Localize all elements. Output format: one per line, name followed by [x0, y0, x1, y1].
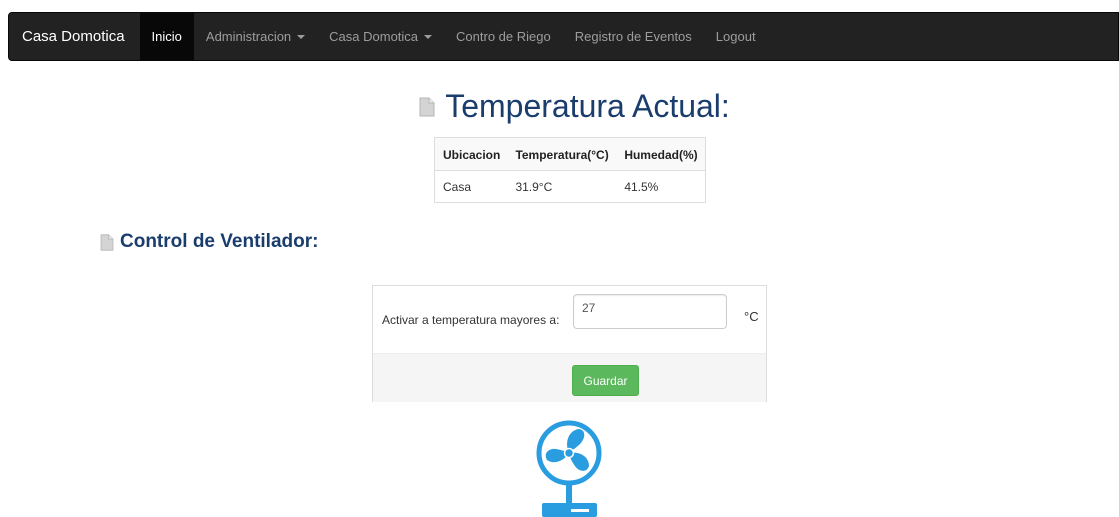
- nav-label: Inicio: [151, 29, 182, 44]
- nav-label: Casa Domotica: [329, 29, 419, 44]
- nav-label: Registro de Eventos: [574, 29, 692, 44]
- unit-label: °C: [744, 309, 759, 324]
- temperature-threshold-input[interactable]: [573, 294, 727, 329]
- table-cell: Casa: [434, 170, 508, 203]
- nav-label: Administracion: [205, 29, 292, 44]
- column-header: Temperatura(°C): [507, 137, 617, 171]
- title-text: Temperatura Actual:: [445, 88, 730, 124]
- table-cell: 31.9°C: [507, 170, 617, 203]
- top-navbar: Casa Domotica Inicio Administracion Casa…: [8, 12, 1119, 61]
- fan-icon: [534, 418, 604, 517]
- column-header: Humedad(%): [616, 137, 706, 171]
- navbar-brand[interactable]: Casa Domotica: [9, 13, 140, 60]
- nav-label: Contro de Riego: [456, 29, 551, 44]
- column-header: Ubicacion: [434, 137, 508, 171]
- nav-item-logout[interactable]: Logout: [704, 13, 768, 60]
- table-row: Casa 31.9°C 41.5%: [434, 170, 706, 203]
- fan-control-form: Activar a temperatura mayores a: °C Guar…: [372, 285, 767, 402]
- nav-item-registro-eventos[interactable]: Registro de Eventos: [563, 13, 704, 60]
- save-button[interactable]: Guardar: [572, 365, 639, 396]
- table-header-row: Ubicacion Temperatura(°C) Humedad(%): [434, 137, 706, 171]
- section-title-text: Control de Ventilador:: [120, 231, 319, 252]
- page-title: Temperatura Actual:: [0, 88, 1119, 125]
- nav-label: Logout: [715, 29, 756, 44]
- form-body: Activar a temperatura mayores a: °C: [373, 286, 766, 353]
- nav-item-inicio[interactable]: Inicio: [139, 13, 194, 60]
- document-icon: [100, 233, 114, 251]
- nav-item-control-riego[interactable]: Contro de Riego: [444, 13, 563, 60]
- table-cell: 41.5%: [616, 170, 706, 203]
- navbar-menu: Inicio Administracion Casa Domotica Cont…: [139, 13, 768, 60]
- caret-down-icon: [424, 34, 433, 39]
- temperature-table: Ubicacion Temperatura(°C) Humedad(%) Cas…: [434, 137, 706, 203]
- document-icon: [419, 97, 435, 117]
- nav-item-administracion[interactable]: Administracion: [194, 13, 317, 60]
- nav-item-casa-domotica[interactable]: Casa Domotica: [317, 13, 444, 60]
- fan-control-heading: Control de Ventilador:: [100, 231, 318, 253]
- form-footer: Guardar: [373, 353, 766, 402]
- threshold-label: Activar a temperatura mayores a:: [382, 313, 560, 327]
- caret-down-icon: [297, 34, 306, 39]
